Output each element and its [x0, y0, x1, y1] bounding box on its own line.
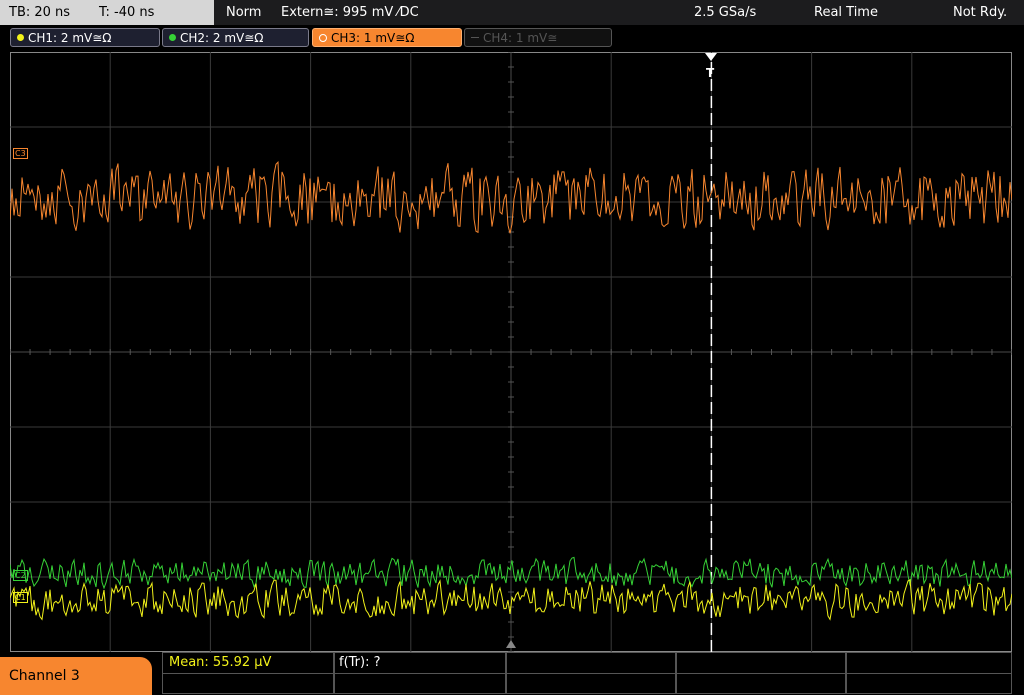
mean-measurement: Mean: 55.92 µV [169, 655, 272, 670]
acquisition-state: Not Rdy. [953, 5, 1008, 20]
channel-2-label: CH2: 2 mV≅Ω [180, 31, 264, 45]
channel-1-marker[interactable]: C1 [13, 592, 28, 603]
trigger-mode[interactable]: Norm [226, 0, 261, 25]
channel-2-dot-icon [169, 34, 176, 41]
channel-2-marker[interactable]: C2 [13, 570, 28, 581]
measurement-row-divider [162, 673, 1012, 674]
waveform-plot [10, 52, 1012, 652]
channel-2-button[interactable]: CH2: 2 mV≅Ω [162, 28, 309, 47]
sample-rate: 2.5 GSa/s [694, 5, 757, 20]
timebase-panel[interactable]: TB: 20 ns T: -40 ns [0, 0, 214, 25]
timebase-value: TB: 20 ns [9, 5, 71, 20]
channel-3-tab[interactable]: Channel 3 [0, 657, 152, 695]
top-status-bar: TB: 20 ns T: -40 ns Norm Extern≅: 995 mV… [0, 0, 1024, 25]
trigger-source[interactable]: Extern≅: 995 mV ⁄DC [281, 0, 419, 25]
channel-1-button[interactable]: CH1: 2 mV≅Ω [10, 28, 160, 47]
channel-4-button[interactable]: CH4: 1 mV≅ [464, 28, 612, 47]
trigger-position-arrow-icon[interactable] [705, 53, 717, 61]
ftr-measurement: f(Tr): ? [339, 655, 381, 670]
acquisition-mode[interactable]: Real Time [814, 0, 878, 25]
horizontal-position-arrow-icon [506, 640, 516, 648]
channel-buttons-row: CH1: 2 mV≅Ω CH2: 2 mV≅Ω CH3: 1 mV≅Ω CH4:… [0, 25, 1024, 50]
channel-3-button[interactable]: CH3: 1 mV≅Ω [312, 28, 462, 47]
trigger-marker-label[interactable]: T [706, 66, 714, 80]
channel-3-label: CH3: 1 mV≅Ω [331, 31, 415, 45]
channel-4-dash-icon [471, 37, 479, 38]
channel-4-label: CH4: 1 mV≅ [483, 31, 558, 45]
channel-3-dot-icon [319, 33, 327, 42]
channel-1-label: CH1: 2 mV≅Ω [28, 31, 112, 45]
channel-1-dot-icon [17, 34, 24, 41]
channel-3-marker[interactable]: C3 [13, 148, 28, 159]
trigger-offset-value: T: -40 ns [99, 5, 155, 20]
